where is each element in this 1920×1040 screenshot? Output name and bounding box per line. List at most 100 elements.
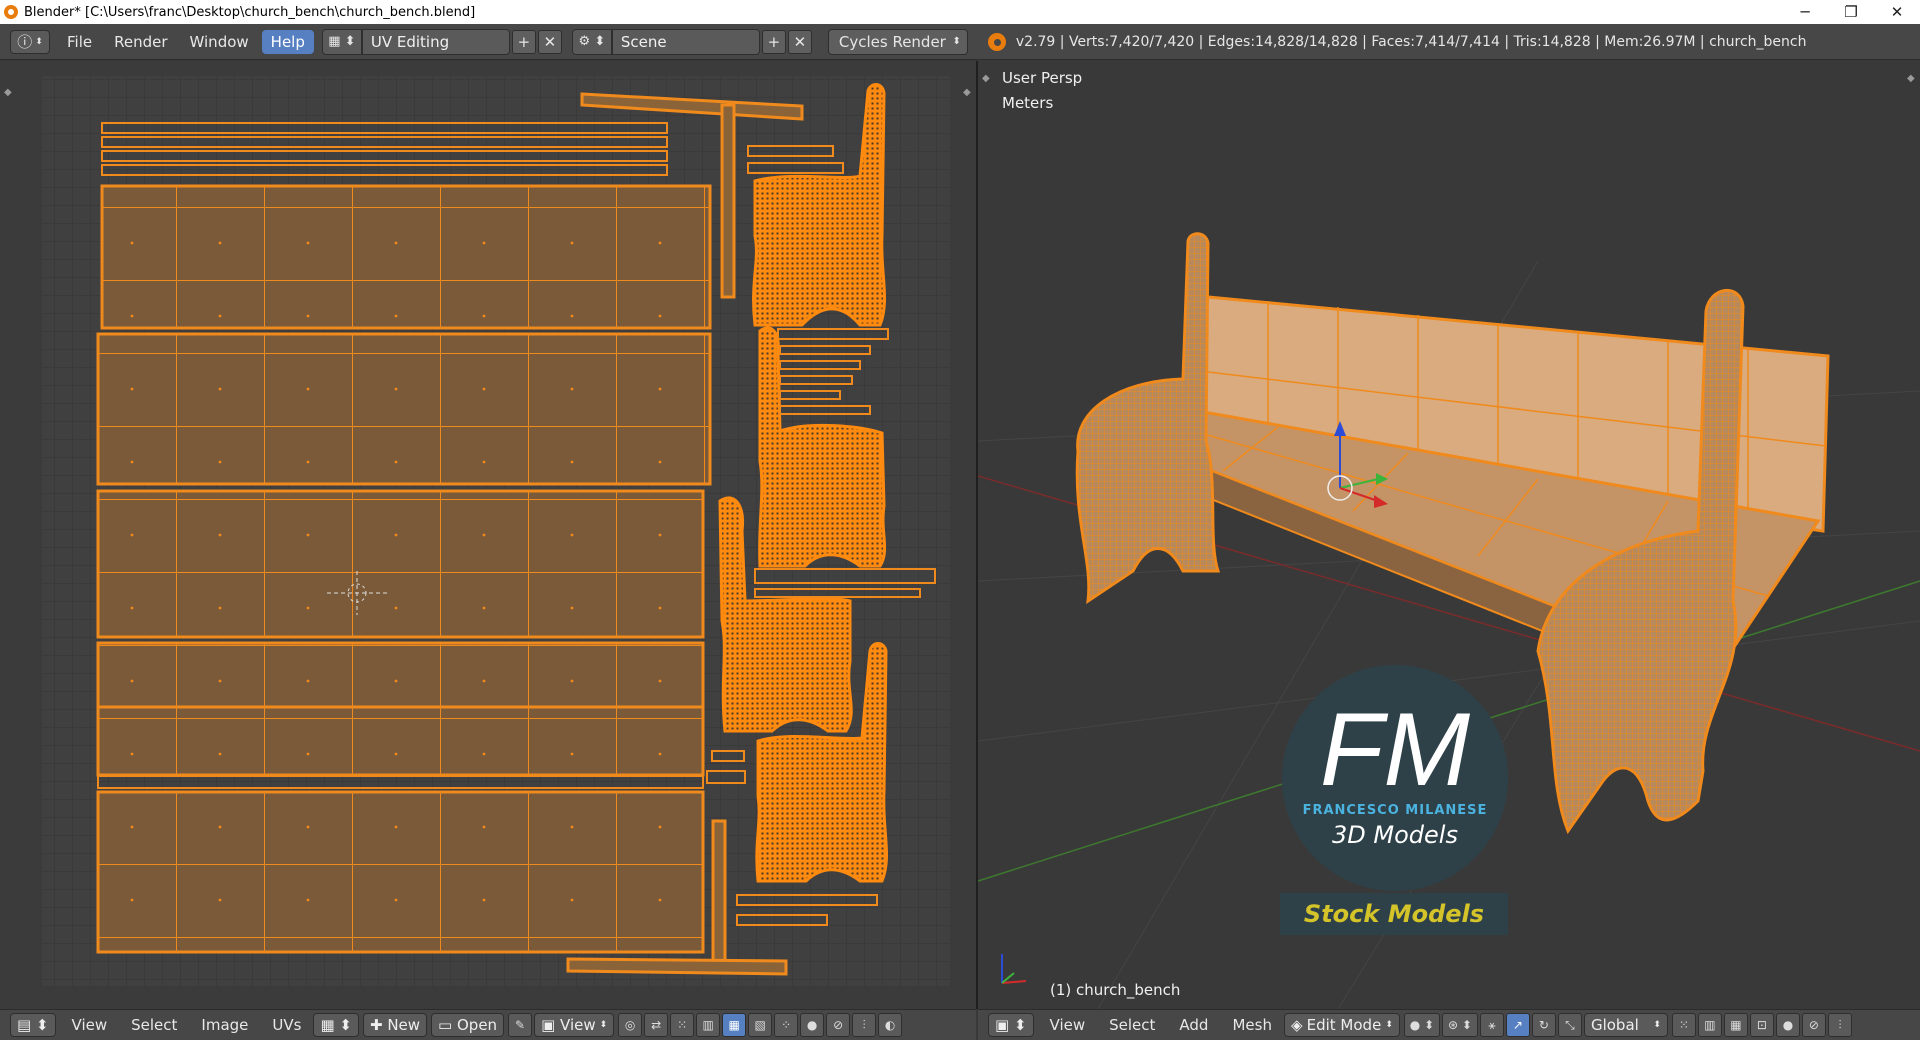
window-title: Blender* [C:\Users\franc\Desktop\church_… <box>24 4 476 20</box>
image-editor-icon: ▤ ⬍ <box>17 1016 49 1034</box>
open-image-button[interactable]: ▭ Open <box>431 1013 505 1037</box>
menu-help[interactable]: Help <box>261 29 314 54</box>
new-image-label: New <box>387 1016 421 1034</box>
screen-layout-field[interactable]: UV Editing <box>361 28 510 55</box>
limit-selection-icon[interactable]: ⊡ <box>1749 1013 1774 1037</box>
folder-icon: ▭ <box>438 1016 457 1034</box>
add-screen-button[interactable]: + <box>511 29 536 54</box>
image-icon: ▦ ⬍ <box>320 1016 352 1034</box>
render-engine-label: Cycles Render <box>838 32 946 51</box>
scene-stats: v2.79 | Verts:7,420/7,420 | Edges:14,828… <box>1015 33 1807 50</box>
updown-arrows-icon: ⬍ <box>1653 1020 1661 1030</box>
plus-icon: ✚ <box>369 1016 388 1034</box>
snap-icon[interactable]: ⊘ <box>826 1013 851 1037</box>
render-icon[interactable]: ◐ <box>878 1013 903 1037</box>
interaction-mode-select[interactable]: ◈ Edit Mode ⬍ <box>1283 1013 1400 1037</box>
updown-arrows-icon: ⬍ <box>599 1020 608 1030</box>
view3d-header: ▣ ⬍ View Select Add Mesh ◈ Edit Mode ⬍ ● ⬍… <box>978 1009 1920 1040</box>
fm-tagline: 3D Models <box>1332 821 1458 849</box>
uv-island-backrest-back <box>96 332 712 486</box>
proportional-editing-icon[interactable]: ● <box>1775 1013 1800 1037</box>
layout-grid-icon: ▦ ⬍ <box>328 34 356 49</box>
axis-gizmo <box>1001 954 1027 984</box>
view3d-menu-add[interactable]: Add <box>1167 1016 1220 1034</box>
add-scene-button[interactable]: + <box>761 29 786 54</box>
new-image-button[interactable]: ✚ New <box>362 1013 428 1037</box>
scene-browse-button[interactable]: ⚙ ⬍ <box>571 28 612 55</box>
screen-layout-selector: ▦ ⬍ UV Editing + ✕ <box>321 28 562 55</box>
fm-name: FRANCESCO MILANESE <box>1302 803 1488 818</box>
view-mode-select[interactable]: ▣ View ⬍ <box>534 1013 615 1037</box>
stock-models-badge: Stock Models <box>1280 893 1508 935</box>
transform-orientation-select[interactable]: Global ⬍ <box>1583 1013 1668 1037</box>
manipulator-toggle-icon[interactable]: ⚹ <box>1479 1013 1504 1037</box>
interaction-mode-label: Edit Mode <box>1306 1016 1382 1034</box>
blender-window: Blender* [C:\Users\franc\Desktop\church_… <box>0 0 1920 1040</box>
face-select-icon[interactable]: ▦ <box>722 1013 747 1037</box>
menu-file[interactable]: File <box>58 30 101 54</box>
screen-layout-browse-button[interactable]: ▦ ⬍ <box>321 28 362 55</box>
info-icon: ⓘ <box>17 33 33 51</box>
transform-orientation-label: Global <box>1590 1016 1639 1034</box>
pin-icon[interactable]: ✎ <box>508 1013 533 1037</box>
uv-island-seat-edge <box>96 705 705 777</box>
updown-arrows-icon: ⬍ <box>952 36 961 47</box>
updown-arrows-icon: ⬍ <box>1385 1020 1393 1030</box>
scene-icon: ⚙ ⬍ <box>578 34 606 49</box>
uv-editor-header: ▤ ⬍ View Select Image UVs ▦ ⬍ ✚ New ▭ Op… <box>0 1009 976 1040</box>
view-mode-icon: ▣ <box>541 1016 561 1034</box>
face-mode-icon[interactable]: ▦ <box>1723 1013 1748 1037</box>
viewport-shading-icon[interactable]: ● ⬍ <box>1403 1013 1440 1037</box>
uv-menu-image[interactable]: Image <box>189 1016 260 1034</box>
fm-watermark: FM FRANCESCO MILANESE 3D Models <box>1282 665 1508 891</box>
pivot-icon[interactable]: ◎ <box>618 1013 643 1037</box>
close-window-button[interactable]: ✕ <box>1874 0 1920 24</box>
translate-manipulator-icon[interactable]: ↗ <box>1505 1013 1530 1037</box>
view3d-editor-type-button[interactable]: ▣ ⬍ <box>988 1013 1034 1037</box>
edit-mode-icon: ◈ <box>1290 1016 1303 1034</box>
sync-selection-icon[interactable]: ⇄ <box>644 1013 669 1037</box>
menu-window[interactable]: Window <box>181 30 258 54</box>
snap-toggle-icon[interactable]: ⊘ <box>1801 1013 1826 1037</box>
uv-canvas <box>42 76 950 986</box>
scene-field[interactable]: Scene <box>611 28 760 55</box>
vertex-mode-icon[interactable]: ⁙ <box>1671 1013 1696 1037</box>
view3d-menu-view[interactable]: View <box>1038 1016 1098 1034</box>
proportional-edit-icon[interactable]: ● <box>800 1013 825 1037</box>
image-browse-button[interactable]: ▦ ⬍ <box>313 1013 359 1037</box>
window-titlebar: Blender* [C:\Users\franc\Desktop\church_… <box>0 0 1920 24</box>
sticky-select-icon[interactable]: ⁘ <box>774 1013 799 1037</box>
blender-logo-icon <box>987 32 1006 51</box>
scene-selector: ⚙ ⬍ Scene + ✕ <box>571 28 812 55</box>
menu-render[interactable]: Render <box>105 30 176 54</box>
scale-manipulator-icon[interactable]: ⤡ <box>1557 1013 1582 1037</box>
cube-icon: ▣ ⬍ <box>995 1016 1027 1034</box>
view3d-menu-mesh[interactable]: Mesh <box>1220 1016 1284 1034</box>
uv-island-seat-bottom <box>96 790 705 954</box>
vertex-select-icon[interactable]: ⁙ <box>670 1013 695 1037</box>
maximize-button[interactable]: ❐ <box>1828 0 1874 24</box>
render-engine-select[interactable]: Cycles Render ⬍ <box>827 28 968 55</box>
rotate-manipulator-icon[interactable]: ↻ <box>1531 1013 1556 1037</box>
3d-viewport[interactable]: ◆ ◆ User Persp Meters (1) church_bench F… <box>978 61 1920 1009</box>
info-header: ⓘ ⬍ File Render Window Help ▦ ⬍ UV Editin… <box>0 24 1920 60</box>
snap-element-icon[interactable]: ⫶ <box>1827 1013 1852 1037</box>
edge-mode-icon[interactable]: ▥ <box>1697 1013 1722 1037</box>
edge-select-icon[interactable]: ▥ <box>696 1013 721 1037</box>
info-editor-type-button[interactable]: ⓘ ⬍ <box>10 29 50 54</box>
uv-island-seat-top <box>96 489 705 639</box>
remove-screen-button[interactable]: ✕ <box>537 29 562 54</box>
uv-menu-view[interactable]: View <box>60 1016 120 1034</box>
snap-target-icon[interactable]: ⫶ <box>852 1013 877 1037</box>
active-object-label: (1) church_bench <box>1050 981 1181 999</box>
island-select-icon[interactable]: ▧ <box>748 1013 773 1037</box>
uv-menu-uvs[interactable]: UVs <box>260 1016 313 1034</box>
uv-image-editor[interactable]: ◆ ◆ <box>0 61 976 1009</box>
uv-editor-type-button[interactable]: ▤ ⬍ <box>10 1013 56 1037</box>
pivot-point-icon[interactable]: ⊛ ⬍ <box>1441 1013 1478 1037</box>
minimize-button[interactable]: ─ <box>1782 0 1828 24</box>
updown-arrows-icon: ⬍ <box>35 36 43 47</box>
remove-scene-button[interactable]: ✕ <box>787 29 812 54</box>
uv-menu-select[interactable]: Select <box>119 1016 189 1034</box>
view3d-menu-select[interactable]: Select <box>1097 1016 1167 1034</box>
